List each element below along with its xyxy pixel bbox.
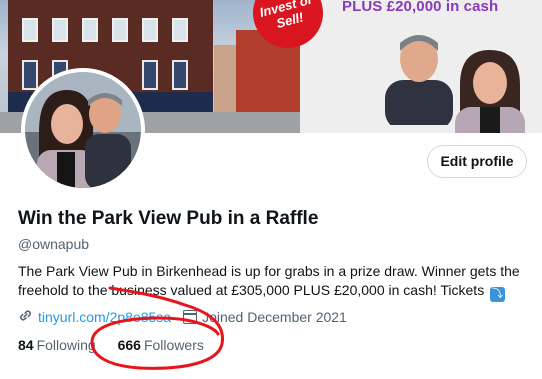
link-icon [18,308,34,326]
followers-label: Followers [143,337,204,353]
bio-line-2: freehold to the business valued at £305,… [18,281,528,302]
bio-line: freehold to the business valued at £305,… [18,282,485,298]
pub-window [22,18,38,42]
calendar-icon [183,310,198,324]
profile-bio: The Park View Pub in Birkenhead is up fo… [18,262,528,302]
joined-date: Joined December 2021 [202,309,347,325]
banner-promo-text: PLUS £20,000 in cash [342,0,499,15]
pub-window [172,18,188,42]
pub-window [112,18,128,42]
profile-handle: @ownapub [18,236,90,252]
profile-name: Win the Park View Pub in a Raffle [18,208,319,229]
profile-meta: tinyurl.com/2p8e85sa Joined December 202… [18,308,347,326]
badge-text: Invest or Sell! [257,0,315,32]
profile-website-link[interactable]: tinyurl.com/2p8e85sa [38,309,171,325]
avatar-image [25,72,141,188]
pub-window [82,18,98,42]
man-photo [385,35,453,125]
pub-window [142,18,158,42]
arrow-down-emoji-icon: ⤵ [490,287,506,302]
followers-link[interactable]: 666 Followers [118,337,204,353]
neighbour-building [214,45,238,112]
avatar[interactable] [21,68,145,192]
woman-photo [455,50,525,133]
pub-window [52,18,68,42]
avatar-photo [25,72,141,188]
following-count: 84 [18,337,34,353]
follow-stats: 84 Following 666 Followers [18,337,222,353]
followers-count: 666 [117,337,141,353]
bio-line: The Park View Pub in Birkenhead is up fo… [18,263,520,279]
following-label: Following [36,337,96,353]
edit-profile-button[interactable]: Edit profile [427,145,527,178]
pub-window [142,60,158,90]
banner-promo: PLUS £20,000 in cash [300,0,542,133]
following-link[interactable]: 84 Following [18,337,96,353]
pub-window [172,60,188,90]
pub-window [22,60,38,90]
